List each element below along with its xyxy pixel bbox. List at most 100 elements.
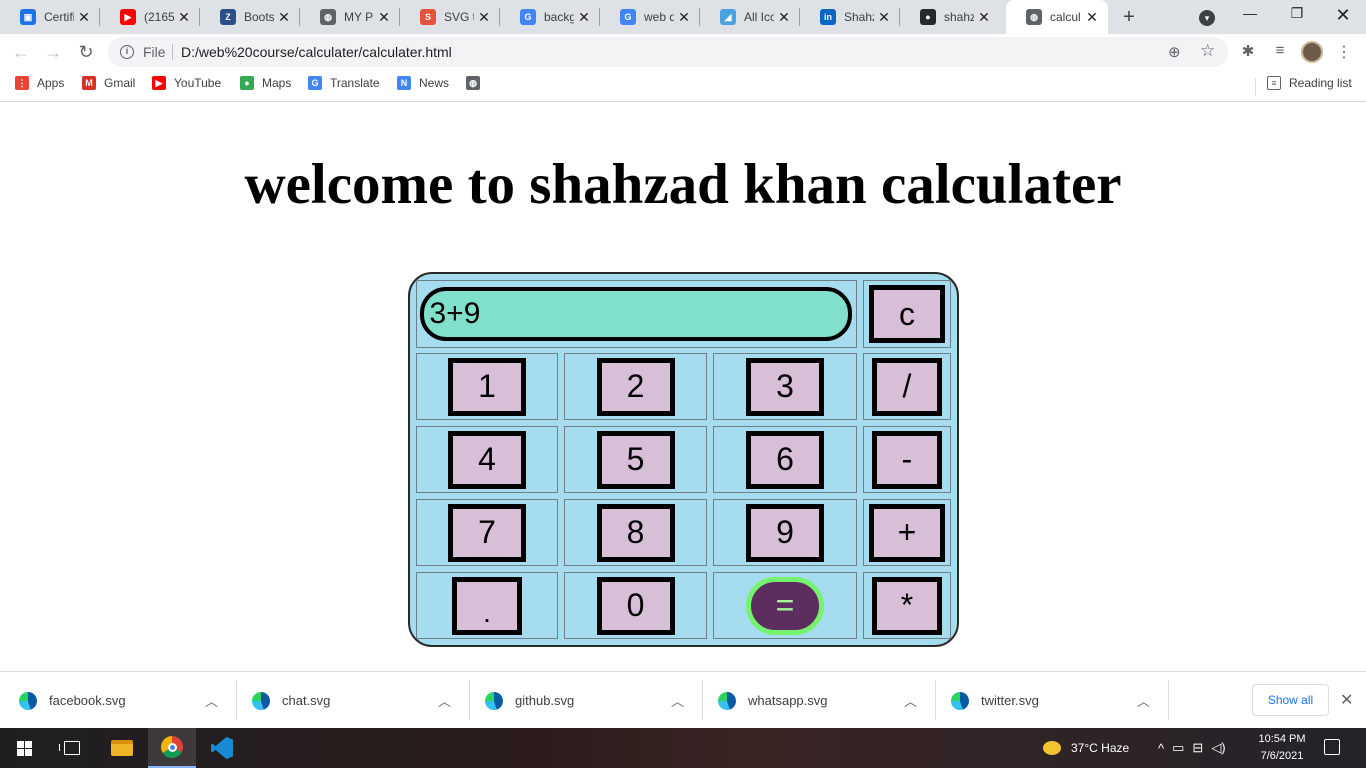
chrome-taskbar-button[interactable] [148,728,196,768]
tab-close-icon[interactable]: ✕ [976,9,992,25]
subtract-button[interactable]: - [872,430,942,489]
tab-close-icon[interactable]: ✕ [276,9,292,25]
media-controls-icon[interactable]: ≡ [1270,42,1290,62]
key-cell: 6 [713,426,857,493]
network-icon[interactable]: ⊟ [1192,740,1203,756]
close-shelf-icon[interactable]: ✕ [1340,690,1353,710]
download-item[interactable]: github.svg ︿ [466,672,703,729]
start-button[interactable] [0,728,48,768]
menu-kebab-icon[interactable]: ⋮ [1334,42,1354,62]
tab-close-icon[interactable]: ✕ [1084,9,1100,25]
tab-search-button[interactable]: ▾ [1199,10,1215,26]
tab-7[interactable]: Gweb design✕ [600,0,700,34]
calculator-display[interactable]: 3+9 [419,287,852,341]
reading-list-label: Reading list [1289,76,1352,90]
download-item[interactable]: whatsapp.svg ︿ [699,672,936,729]
chevron-up-icon[interactable]: ︿ [205,691,218,710]
reload-button[interactable]: ↻ [75,41,97,63]
restore-button[interactable]: ❐ [1285,5,1309,25]
multiply-button[interactable]: * [872,576,942,635]
tab-6[interactable]: Gbackground✕ [500,0,600,34]
close-window-button[interactable]: ✕ [1331,5,1355,25]
weather-widget[interactable]: 37°C Haze [1043,728,1129,768]
tab-close-icon[interactable]: ✕ [176,9,192,25]
bootstrap-icon: Z [220,9,236,25]
minimize-button[interactable]: — [1238,5,1262,25]
tab-close-icon[interactable]: ✕ [776,9,792,25]
digit-2-button[interactable]: 2 [596,357,675,416]
news-icon: N [397,76,411,90]
back-button[interactable]: ← [10,41,32,63]
tab-close-icon[interactable]: ✕ [76,9,92,25]
clear-button[interactable]: c [869,285,945,343]
vscode-taskbar-button[interactable] [198,728,246,768]
tab-close-icon[interactable]: ✕ [376,9,392,25]
address-url[interactable]: D:/web%20course/calculater/calculater.ht… [181,44,452,60]
chevron-up-icon[interactable]: ︿ [904,691,917,710]
bookmark-gmail[interactable]: M Gmail [82,76,135,90]
extensions-icon[interactable]: ✱ [1238,42,1258,62]
info-icon[interactable]: i [120,45,134,59]
digit-4-button[interactable]: 4 [448,430,526,489]
add-button[interactable]: + [869,503,945,562]
digit-1-button[interactable]: 1 [448,357,526,416]
key-cell: + [863,499,951,566]
bookmark-maps[interactable]: ● Maps [240,76,291,90]
download-item[interactable]: chat.svg ︿ [233,672,470,729]
display-cell: 3+9 [416,280,857,348]
download-item[interactable]: twitter.svg ︿ [932,672,1169,729]
digit-8-button[interactable]: 8 [596,503,675,562]
volume-icon[interactable]: ◁) [1211,740,1225,756]
digit-5-button[interactable]: 5 [596,430,675,489]
battery-icon[interactable]: ▭ [1172,740,1184,756]
download-item[interactable]: facebook.svg ︿ [0,672,237,729]
tab-close-icon[interactable]: ✕ [876,9,892,25]
equals-button[interactable]: = [746,576,824,635]
tab-5[interactable]: S SVG to PNG✕ [400,0,500,34]
address-bar[interactable]: i File D:/web%20course/calculater/calcul… [108,37,1228,67]
tab-strip: + ▾ — ❐ ✕ ▣Certification✕▶(2165)✕ZBootst… [0,0,1366,34]
digit-3-button[interactable]: 3 [746,357,824,416]
tab-1[interactable]: ▣ Certification✕ [0,0,100,34]
bookmark-translate[interactable]: G Translate [308,76,380,90]
chevron-up-icon[interactable]: ︿ [438,691,451,710]
bookmark-globe[interactable]: ◍ [466,76,488,90]
digit-7-button[interactable]: 7 [448,503,526,562]
tray-chevron-icon[interactable]: ^ [1158,741,1164,756]
clock-date: 7/6/2021 [1260,750,1304,762]
chevron-up-icon[interactable]: ︿ [671,691,684,710]
tab-4[interactable]: ◍ MY PROJECT✕ [300,0,400,34]
decimal-button[interactable]: . [452,576,522,635]
bookmark-news[interactable]: N News [397,76,449,90]
notification-center-icon[interactable] [1324,739,1340,755]
task-view-button[interactable] [48,728,96,768]
new-tab-button[interactable]: + [1118,7,1140,29]
tab-close-icon[interactable]: ✕ [576,9,592,25]
tab-10[interactable]: ● shahzad✕ [900,0,1000,34]
bookmark-apps[interactable]: ⋮ Apps [15,76,64,90]
digit-9-button[interactable]: 9 [746,503,824,562]
show-all-downloads-button[interactable]: Show all [1252,684,1329,716]
divide-button[interactable]: / [872,357,942,416]
tab-8[interactable]: ◢ All Icons✕ [700,0,800,34]
windows-logo-icon [16,740,32,756]
digit-0-button[interactable]: 0 [596,576,675,635]
chevron-up-icon[interactable]: ︿ [1137,691,1150,710]
tab-3[interactable]: Z Bootstrap✕ [200,0,300,34]
file-explorer-button[interactable] [98,728,146,768]
zoom-icon[interactable]: ⊕ [1168,43,1181,61]
bookmark-label: Maps [262,76,292,90]
profile-avatar[interactable] [1301,41,1323,63]
bookmark-star-icon[interactable]: ☆ [1200,41,1215,61]
tab-11[interactable]: ◍ calculater ✕ [1006,0,1108,34]
forward-button[interactable]: → [42,41,64,63]
clock[interactable]: 10:54 PM 7/6/2021 [1254,731,1310,765]
bookmarks-separator [1255,78,1256,96]
tab-9[interactable]: in Shahzad✕ [800,0,900,34]
reading-list-button[interactable]: ≡ Reading list [1267,76,1352,90]
bookmark-youtube[interactable]: ▶ YouTube [152,76,221,90]
digit-6-button[interactable]: 6 [746,430,824,489]
tab-close-icon[interactable]: ✕ [476,9,492,25]
tab-close-icon[interactable]: ✕ [676,9,692,25]
tab-2[interactable]: ▶ (2165)✕ [100,0,200,34]
